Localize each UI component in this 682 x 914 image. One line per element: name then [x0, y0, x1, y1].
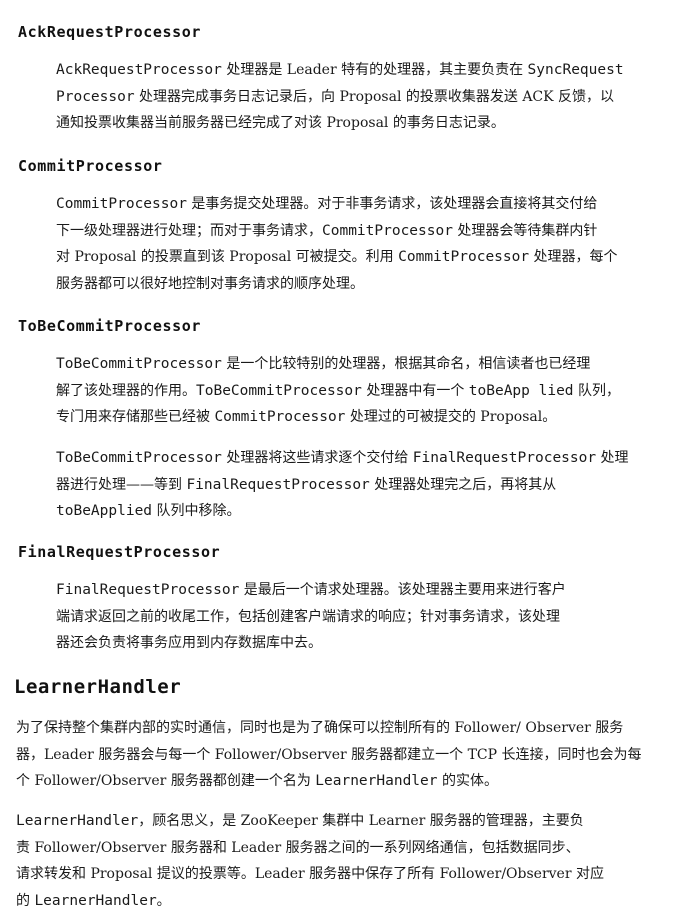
text-line: 为了保持整个集群内部的实时通信，同时也是为了确保可以控制所有的 Follower…	[16, 715, 672, 742]
inline-code: toBeApplied	[56, 503, 153, 519]
inline-code: FinalRequestProcessor	[56, 582, 240, 598]
text-line: 服务器都可以很好地控制对事务请求的顺序处理。	[56, 271, 676, 298]
inline-code: CommitProcessor	[398, 249, 530, 265]
text-run: 器还会负责将事务应用到内存数据库中去。	[56, 635, 322, 651]
text-run: 请求转发和 Proposal 提议的投票等。Leader 服务器中保存了所有 F…	[16, 866, 604, 882]
text-run: 处理器完成事务日志记录后，向 Proposal 的投票收集器发送 ACK 反馈，…	[134, 88, 615, 105]
heading-learnerhandler: LearnerHandler	[14, 676, 182, 698]
text-line: LearnerHandler，顾名思义，是 ZooKeeper 集群中 Lear…	[16, 808, 672, 835]
text-line: 请求转发和 Proposal 提议的投票等。Leader 服务器中保存了所有 F…	[16, 861, 672, 888]
text-run: 的实体。	[437, 773, 498, 789]
paragraph-ackrequestprocessor: AckRequestProcessor 处理器是 Leader 特有的处理器，其…	[56, 57, 676, 137]
text-run: 对 Proposal 的投票直到该 Proposal 可被提交。利用	[56, 249, 399, 265]
text-line: 个 Follower/Observer 服务器都创建一个名为 LearnerHa…	[16, 768, 672, 795]
text-line: ToBeCommitProcessor 处理器将这些请求逐个交付给 FinalR…	[56, 445, 676, 472]
text-run: 处理过的可被提交的 Proposal。	[345, 409, 557, 425]
text-line: 对 Proposal 的投票直到该 Proposal 可被提交。利用 Commi…	[56, 244, 676, 271]
text-line: 器进行处理——等到 FinalRequestProcessor 处理器处理完之后…	[56, 472, 676, 499]
text-run: 专门用来存储那些已经被	[56, 409, 215, 425]
text-line: 器还会负责将事务应用到内存数据库中去。	[56, 630, 676, 657]
inline-code: LearnerHandler	[16, 813, 139, 829]
text-run: 的	[16, 892, 35, 909]
text-run: 责 Follower/Observer 服务器和 Leader 服务器之间的一系…	[16, 839, 580, 856]
text-run: 处理器将这些请求逐个交付给	[221, 450, 413, 466]
text-line: 通知投票收集器当前服务器已经完成了对该 Proposal 的事务日志记录。	[56, 110, 676, 137]
inline-code: toBeApp lied	[468, 382, 574, 399]
text-run: 服务器都可以很好地控制对事务请求的顺序处理。	[56, 275, 364, 292]
inline-code: Processor	[56, 88, 135, 105]
text-line: ToBeCommitProcessor 是一个比较特别的处理器，根据其命名，相信…	[56, 351, 676, 378]
text-run: 队列，	[573, 382, 620, 399]
inline-code: LearnerHandler	[34, 892, 157, 909]
text-run: 是最后一个请求处理器。该处理器主要用来进行客户	[239, 582, 566, 598]
heading-tobecommitprocessor: ToBeCommitProcessor	[18, 317, 201, 335]
text-line: 下一级处理器进行处理；而对于事务请求，CommitProcessor 处理器会等…	[56, 218, 676, 245]
text-run: 处理器会等待集群内针	[452, 222, 598, 239]
text-line: 的 LearnerHandler。	[16, 888, 672, 914]
inline-code: SyncRequest	[527, 62, 624, 78]
inline-code: ToBeCommitProcessor	[56, 450, 222, 466]
paragraph-learnerhandler-2: LearnerHandler，顾名思义，是 ZooKeeper 集群中 Lear…	[16, 808, 672, 914]
text-run: 解了该处理器的作用。	[56, 382, 196, 399]
heading-commitprocessor: CommitProcessor	[18, 157, 163, 175]
text-run: 队列中移除。	[152, 503, 241, 519]
text-run: 是一个比较特别的处理器，根据其命名，相信读者也已经理	[221, 356, 591, 372]
inline-code: FinalRequestProcessor	[186, 476, 370, 493]
text-run: 端请求返回之前的收尾工作，包括创建客户端请求的响应；针对事务请求，该处理	[56, 608, 560, 625]
paragraph-tobecommitprocessor-1: ToBeCommitProcessor 是一个比较特别的处理器，根据其命名，相信…	[56, 351, 676, 431]
text-line: AckRequestProcessor 处理器是 Leader 特有的处理器，其…	[56, 57, 676, 84]
text-line: toBeApplied 队列中移除。	[56, 498, 676, 525]
text-run: 器进行处理——等到	[56, 476, 187, 493]
text-line: 专门用来存储那些已经被 CommitProcessor 处理过的可被提交的 Pr…	[56, 404, 676, 431]
inline-code: CommitProcessor	[214, 409, 346, 425]
text-run: 处理器中有一个	[361, 382, 469, 399]
text-line: 端请求返回之前的收尾工作，包括创建客户端请求的响应；针对事务请求，该处理	[56, 604, 676, 631]
text-run: ，顾名思义，是 ZooKeeper 集群中 Learner 服务器的管理器，主要…	[138, 813, 584, 829]
inline-code: CommitProcessor	[322, 222, 453, 239]
text-line: FinalRequestProcessor 是最后一个请求处理器。该处理器主要用…	[56, 577, 676, 604]
paragraph-tobecommitprocessor-2: ToBeCommitProcessor 处理器将这些请求逐个交付给 FinalR…	[56, 445, 676, 525]
text-line: CommitProcessor 是事务提交处理器。对于非事务请求，该处理器会直接…	[56, 191, 676, 218]
text-run: 下一级处理器进行处理；而对于事务请求，	[56, 222, 322, 239]
paragraph-commitprocessor: CommitProcessor 是事务提交处理器。对于非事务请求，该处理器会直接…	[56, 191, 676, 297]
document-page: AckRequestProcessor AckRequestProcessor …	[0, 0, 682, 914]
text-run: 器，Leader 服务器会与每一个 Follower/Observer 服务器都…	[16, 746, 642, 763]
text-run: 处理器处理完之后，再将其从	[369, 476, 557, 493]
inline-code: AckRequestProcessor	[56, 62, 222, 78]
text-run: 为了保持整个集群内部的实时通信，同时也是为了确保可以控制所有的 Follower…	[16, 720, 624, 736]
heading-finalrequestprocessor: FinalRequestProcessor	[18, 543, 221, 561]
text-run: 处理	[596, 450, 629, 466]
inline-code: CommitProcessor	[56, 196, 187, 212]
paragraph-finalrequestprocessor: FinalRequestProcessor 是最后一个请求处理器。该处理器主要用…	[56, 577, 676, 657]
text-run: 。	[156, 892, 171, 909]
inline-code: ToBeCommitProcessor	[56, 356, 222, 372]
text-line: 解了该处理器的作用。ToBeCommitProcessor 处理器中有一个 to…	[56, 378, 676, 405]
inline-code: FinalRequestProcessor	[412, 450, 597, 466]
text-run: 个 Follower/Observer 服务器都创建一个名为	[16, 773, 316, 789]
inline-code: LearnerHandler	[315, 773, 438, 789]
text-run: 是事务提交处理器。对于非事务请求，该处理器会直接将其交付给	[186, 196, 598, 212]
inline-code: ToBeCommitProcessor	[196, 382, 362, 399]
text-run: 处理器是 Leader 特有的处理器，其主要负责在	[221, 62, 528, 78]
text-run: 处理器，每个	[529, 249, 618, 265]
text-line: Processor 处理器完成事务日志记录后，向 Proposal 的投票收集器…	[56, 84, 676, 111]
text-line: 器，Leader 服务器会与每一个 Follower/Observer 服务器都…	[16, 742, 672, 769]
text-line: 责 Follower/Observer 服务器和 Leader 服务器之间的一系…	[16, 835, 672, 862]
heading-ackrequestprocessor: AckRequestProcessor	[18, 23, 201, 41]
text-run: 通知投票收集器当前服务器已经完成了对该 Proposal 的事务日志记录。	[56, 115, 505, 131]
paragraph-learnerhandler-1: 为了保持整个集群内部的实时通信，同时也是为了确保可以控制所有的 Follower…	[16, 715, 672, 795]
